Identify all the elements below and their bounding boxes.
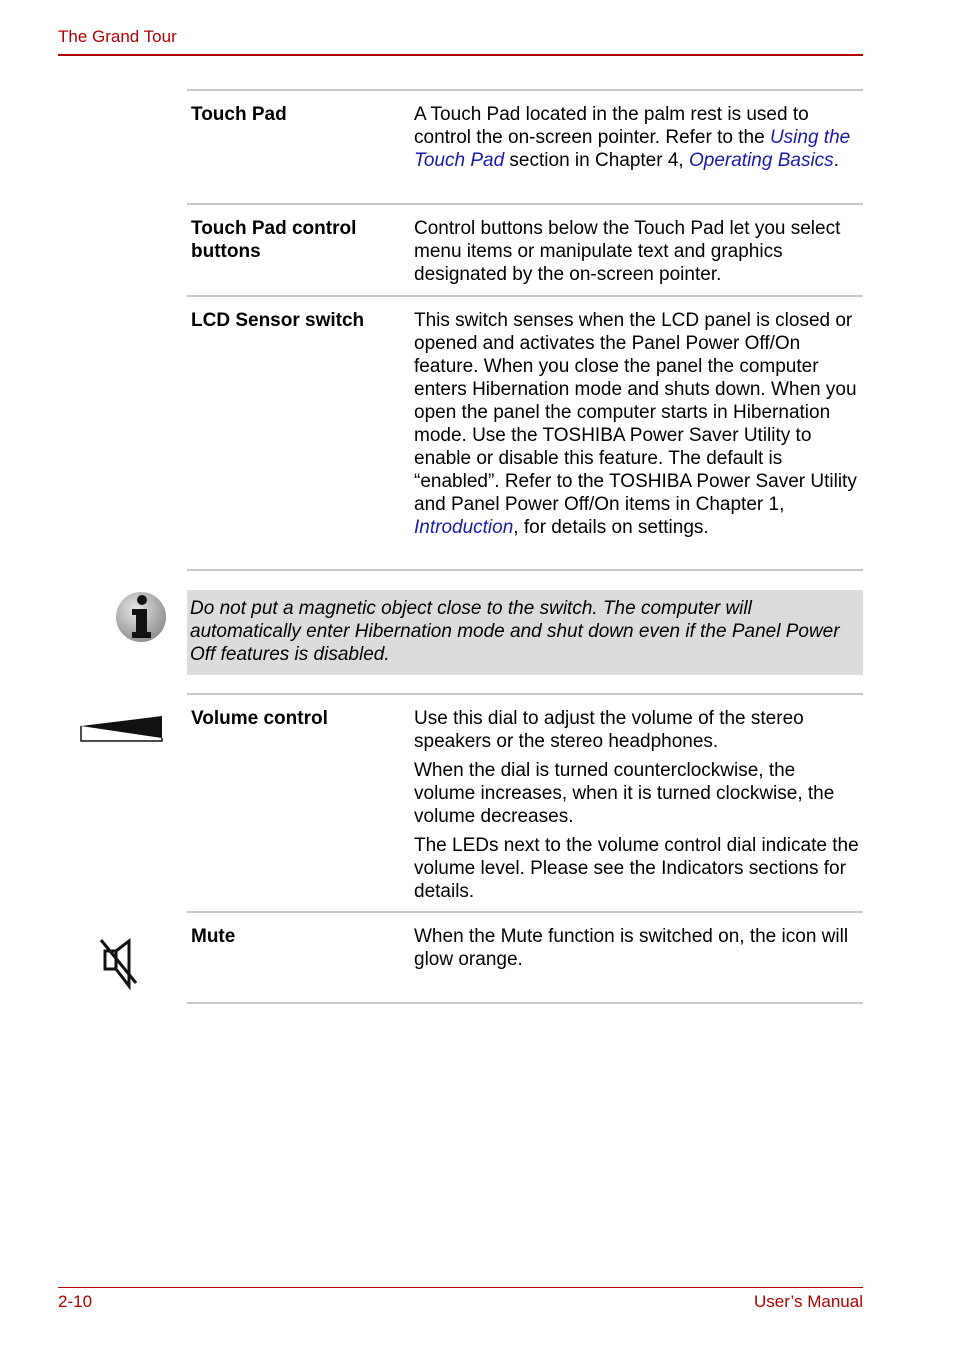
table-row-mute: Mute When the Mute function is switched … bbox=[187, 911, 863, 1004]
desc-touch-pad-buttons: Control buttons below the Touch Pad let … bbox=[414, 218, 841, 285]
term-touch-pad: Touch Pad bbox=[191, 104, 287, 125]
term-mute: Mute bbox=[191, 926, 236, 947]
header-rule bbox=[58, 54, 863, 56]
note-text: Do not put a magnetic object close to th… bbox=[190, 598, 840, 665]
volume-wedge-icon bbox=[80, 716, 163, 742]
desc-mute: When the Mute function is switched on, t… bbox=[414, 925, 859, 977]
note-box: Do not put a magnetic object close to th… bbox=[187, 590, 863, 675]
table-row-touch-pad: Touch Pad A Touch Pad located in the pal… bbox=[187, 89, 863, 205]
footer-manual-title: User’s Manual bbox=[754, 1292, 863, 1311]
desc-volume-control: Use this dial to adjust the volume of th… bbox=[414, 707, 859, 909]
desc-text: This switch senses when the LCD panel is… bbox=[414, 310, 857, 515]
running-header: The Grand Tour bbox=[58, 27, 177, 46]
info-icon bbox=[116, 592, 166, 642]
term-lcd-sensor: LCD Sensor switch bbox=[191, 310, 365, 331]
desc-touch-pad: A Touch Pad located in the palm rest is … bbox=[414, 103, 859, 172]
term-volume-control: Volume control bbox=[191, 708, 328, 729]
desc-text: section in Chapter 4, bbox=[504, 150, 689, 171]
table-bottom-rule bbox=[187, 1002, 863, 1004]
term-touch-pad-buttons: Touch Pad control buttons bbox=[191, 218, 357, 262]
desc-paragraph: The LEDs next to the volume control dial… bbox=[414, 835, 859, 902]
table-row-touch-pad-buttons: Touch Pad control buttons Control button… bbox=[187, 203, 863, 297]
table-bottom-rule bbox=[187, 569, 863, 571]
desc-text: , for details on settings. bbox=[513, 517, 709, 538]
mute-speaker-icon bbox=[99, 937, 138, 990]
desc-paragraph: When the dial is turned counterclockwise… bbox=[414, 760, 835, 827]
page-number: 2-10 bbox=[58, 1292, 93, 1311]
desc-text: A Touch Pad located in the palm rest is … bbox=[414, 104, 809, 148]
table-row-lcd-sensor: LCD Sensor switch This switch senses whe… bbox=[187, 295, 863, 571]
desc-paragraph: When the Mute function is switched on, t… bbox=[414, 926, 849, 970]
link-introduction[interactable]: Introduction bbox=[414, 517, 513, 538]
desc-paragraph: Use this dial to adjust the volume of th… bbox=[414, 708, 804, 752]
footer-rule bbox=[58, 1287, 863, 1288]
desc-lcd-sensor: This switch senses when the LCD panel is… bbox=[414, 309, 859, 539]
link-operating-basics[interactable]: Operating Basics bbox=[689, 150, 834, 171]
desc-text: . bbox=[833, 150, 839, 171]
table-row-volume-control: Volume control Use this dial to adjust t… bbox=[187, 693, 863, 913]
